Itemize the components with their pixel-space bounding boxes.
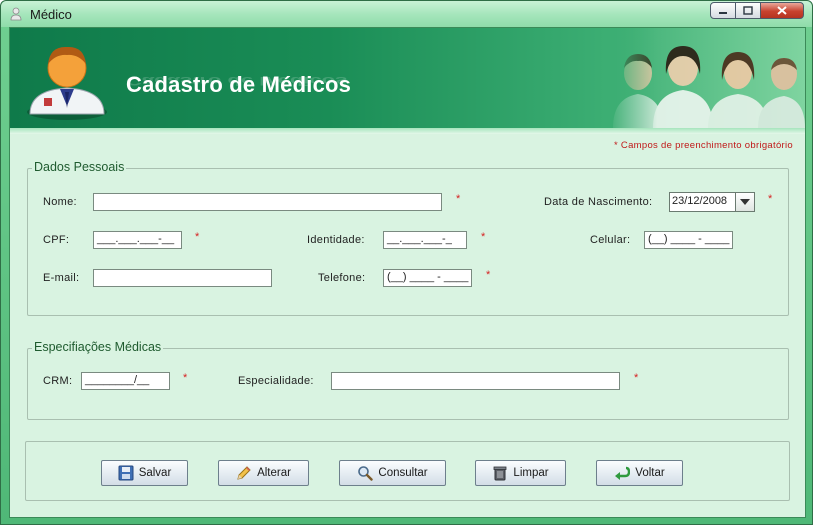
cpf-label: CPF:	[43, 234, 70, 246]
salvar-label: Salvar	[138, 467, 172, 479]
crm-label: CRM:	[43, 375, 73, 387]
pencil-icon	[237, 466, 251, 480]
limpar-button[interactable]: Limpar	[475, 460, 566, 486]
save-icon	[118, 465, 134, 481]
minimize-button[interactable]	[710, 2, 736, 19]
doctors-group-photo	[608, 28, 805, 128]
actions-group: Salvar Alterar Consultar Limpar Voltar	[25, 441, 790, 501]
consultar-button[interactable]: Consultar	[339, 460, 446, 486]
chevron-down-icon	[740, 199, 750, 205]
crm-required-mark: *	[183, 372, 188, 384]
especialidade-required-mark: *	[634, 372, 639, 384]
identidade-required-mark: *	[481, 231, 486, 243]
voltar-label: Voltar	[635, 467, 665, 479]
minimize-icon	[719, 11, 727, 14]
header-banner: Cadastro de Médicos Cadastro de Médicos	[10, 28, 805, 128]
email-label: E-mail:	[43, 272, 80, 284]
email-field[interactable]	[93, 269, 272, 287]
trash-icon	[494, 466, 507, 481]
identidade-label: Identidade:	[307, 234, 365, 246]
window-title: Médico	[30, 7, 72, 22]
header-divider	[10, 128, 805, 134]
alterar-label: Alterar	[257, 467, 291, 479]
identidade-field[interactable]: __.___.___-_	[383, 231, 467, 249]
alterar-button[interactable]: Alterar	[218, 460, 309, 486]
nascimento-date-field[interactable]: 23/12/2008	[669, 192, 736, 212]
telefone-field[interactable]: (__) ____ - ____	[383, 269, 472, 287]
especificacoes-group: Especifiações Médicas CRM: ________/__ *…	[27, 340, 789, 420]
cpf-field[interactable]: ___.___.___-__	[93, 231, 182, 249]
consultar-label: Consultar	[378, 467, 428, 479]
celular-label: Celular:	[590, 234, 631, 246]
telefone-required-mark: *	[486, 269, 491, 281]
nome-label: Nome:	[43, 196, 77, 208]
main-window: Médico Cadastro de Médicos Cadastro de M…	[0, 0, 813, 525]
especialidade-field[interactable]	[331, 372, 620, 390]
nascimento-required-mark: *	[768, 193, 773, 205]
title-bar[interactable]: Médico	[1, 1, 812, 27]
back-arrow-icon	[615, 466, 631, 480]
crm-field[interactable]: ________/__	[81, 372, 170, 390]
dados-pessoais-group: Dados Pessoais Nome: * Data de Nasciment…	[27, 160, 789, 316]
nome-required-mark: *	[456, 193, 461, 205]
page-title-reflection: Cadastro de Médicos	[126, 74, 348, 88]
form-panel: Cadastro de Médicos Cadastro de Médicos	[9, 27, 806, 518]
especialidade-label: Especialidade:	[238, 375, 314, 387]
nome-field[interactable]	[93, 193, 442, 211]
telefone-label: Telefone:	[318, 272, 366, 284]
required-fields-note: * Campos de preenchimento obrigatório	[613, 140, 793, 151]
maximize-icon	[743, 6, 753, 15]
user-icon	[10, 7, 22, 21]
search-icon	[358, 466, 374, 481]
salvar-button[interactable]: Salvar	[101, 460, 188, 486]
window-controls	[710, 2, 804, 20]
limpar-label: Limpar	[513, 467, 549, 479]
close-button[interactable]	[760, 2, 804, 19]
dados-pessoais-legend: Dados Pessoais	[32, 160, 127, 174]
especificacoes-legend: Especifiações Médicas	[32, 340, 164, 354]
close-icon	[777, 6, 787, 15]
nascimento-label: Data de Nascimento:	[544, 196, 653, 208]
cpf-required-mark: *	[195, 231, 200, 243]
maximize-button[interactable]	[735, 2, 761, 19]
doctor-avatar-icon	[27, 46, 107, 120]
celular-field[interactable]: (__) ____ - ____	[644, 231, 733, 249]
voltar-button[interactable]: Voltar	[596, 460, 683, 486]
date-picker-button[interactable]	[735, 192, 755, 212]
